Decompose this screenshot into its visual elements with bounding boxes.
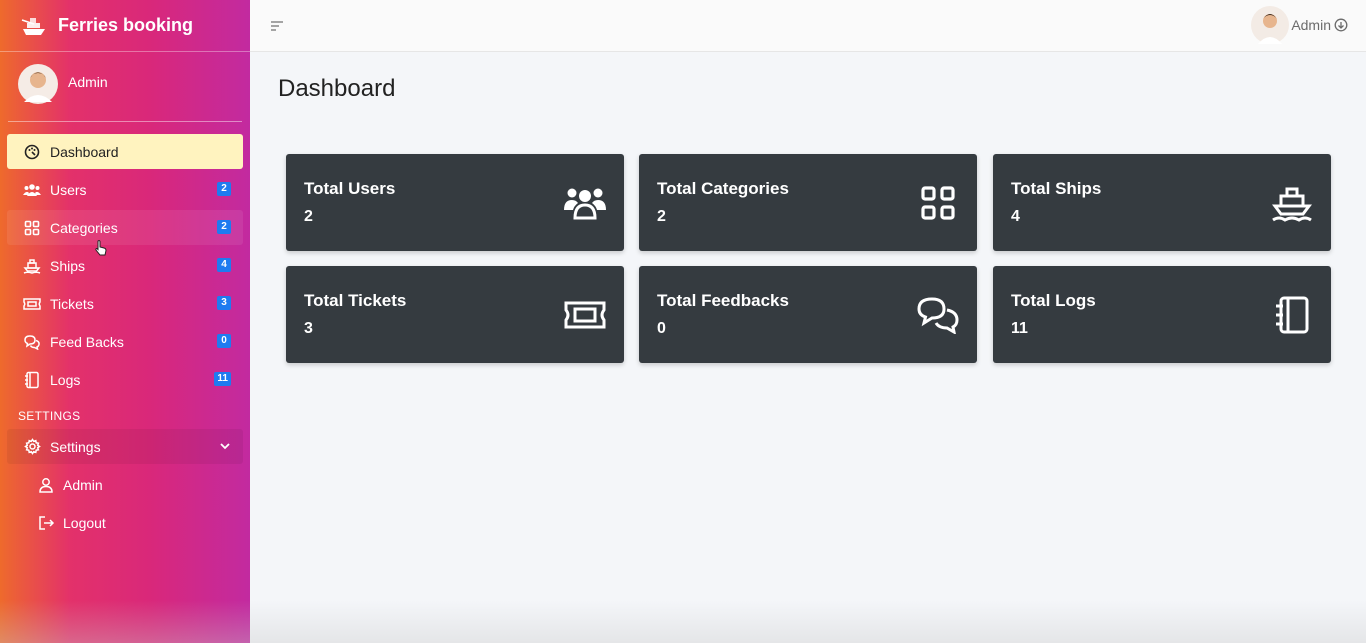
palette-icon	[23, 143, 41, 161]
chevron-down-icon	[219, 439, 231, 455]
card-title: Total Logs	[1011, 291, 1096, 310]
count-badge: 4	[217, 258, 231, 272]
card-title: Total Users	[304, 179, 396, 198]
card-title: Total Ships	[1011, 179, 1102, 198]
card-title: Total Tickets	[304, 291, 407, 310]
stat-card-ships[interactable]: Total Ships 4	[993, 154, 1331, 251]
card-value: 3	[304, 320, 313, 337]
sidebar-subitem-label: Admin	[63, 477, 103, 493]
sidebar-nav: Dashboard Users 2 Categories 2 Ships 4 T…	[0, 134, 250, 541]
chat-icon	[23, 333, 41, 351]
sidebar: Ferries booking Admin Dashboard Users 2 …	[0, 0, 250, 643]
sidebar-item-users[interactable]: Users 2	[7, 172, 243, 207]
sidebar-subitem-label: Logout	[63, 515, 106, 531]
sidebar-item-tickets[interactable]: Tickets 3	[7, 286, 243, 321]
users-icon	[23, 181, 41, 199]
sidebar-item-label: Dashboard	[50, 143, 119, 160]
sidebar-subitem-logout[interactable]: Logout	[7, 505, 243, 541]
stat-card-tickets[interactable]: Total Tickets 3	[286, 266, 624, 363]
brand[interactable]: Ferries booking	[0, 0, 250, 52]
notebook-icon	[1269, 294, 1315, 336]
sidebar-item-label: Tickets	[50, 295, 94, 312]
users-icon	[562, 182, 608, 224]
stat-card-categories[interactable]: Total Categories 2	[639, 154, 977, 251]
sidebar-item-settings[interactable]: Settings	[7, 429, 243, 464]
chevron-circle-down-icon	[1334, 18, 1348, 32]
count-badge: 11	[214, 372, 231, 386]
sidebar-item-label: Users	[50, 181, 87, 198]
user-icon	[37, 476, 55, 494]
settings-header: SETTINGS	[18, 409, 81, 423]
sidebar-item-label: Ships	[50, 257, 86, 274]
avatar	[1251, 6, 1290, 44]
gear-icon	[23, 438, 41, 456]
card-title: Total Categories	[657, 179, 789, 198]
sidebar-item-feedbacks[interactable]: Feed Backs 0	[7, 324, 243, 359]
chat-icon	[915, 294, 961, 336]
user-name: Admin	[1291, 17, 1331, 33]
sidebar-item-categories[interactable]: Categories 2	[7, 210, 243, 245]
user-panel[interactable]: Admin	[8, 52, 242, 122]
mouse-pointer-icon	[94, 240, 108, 263]
user-menu[interactable]: Admin	[1251, 6, 1348, 44]
count-badge: 0	[217, 334, 231, 348]
card-value: 2	[304, 208, 313, 225]
sidebar-item-dashboard[interactable]: Dashboard	[7, 134, 243, 169]
ship-logo-icon	[20, 12, 48, 40]
sidebar-toggle-icon[interactable]	[270, 19, 284, 37]
count-badge: 2	[217, 182, 231, 196]
brand-name: Ferries booking	[58, 15, 194, 35]
card-value: 4	[1011, 208, 1020, 225]
count-badge: 3	[217, 296, 231, 310]
stat-card-users[interactable]: Total Users 2	[286, 154, 624, 251]
sidebar-item-label: Logs	[50, 371, 81, 388]
sidebar-item-label: Feed Backs	[50, 333, 124, 350]
page-title: Dashboard	[278, 75, 396, 102]
card-value: 2	[657, 208, 666, 225]
ticket-icon	[23, 295, 41, 313]
user-name: Admin	[68, 74, 108, 90]
sidebar-item-ships[interactable]: Ships 4	[7, 248, 243, 283]
card-value: 0	[657, 320, 666, 337]
avatar	[18, 64, 58, 104]
sidebar-subitem-admin[interactable]: Admin	[7, 467, 243, 503]
stat-card-feedbacks[interactable]: Total Feedbacks 0	[639, 266, 977, 363]
sidebar-item-logs[interactable]: Logs 11	[7, 362, 243, 397]
notebook-icon	[23, 371, 41, 389]
grid-icon	[915, 182, 961, 224]
card-value: 11	[1011, 320, 1028, 337]
ship-icon	[1269, 182, 1315, 224]
count-badge: 2	[217, 220, 231, 234]
sidebar-item-label: Settings	[50, 438, 101, 455]
ticket-icon	[562, 294, 608, 336]
topbar: Admin	[250, 0, 1366, 52]
card-title: Total Feedbacks	[657, 291, 789, 310]
stat-card-logs[interactable]: Total Logs 11	[993, 266, 1331, 363]
logout-icon	[37, 514, 55, 532]
grid-icon	[23, 219, 41, 237]
ship-icon	[23, 257, 41, 275]
sidebar-item-label: Categories	[50, 219, 118, 236]
